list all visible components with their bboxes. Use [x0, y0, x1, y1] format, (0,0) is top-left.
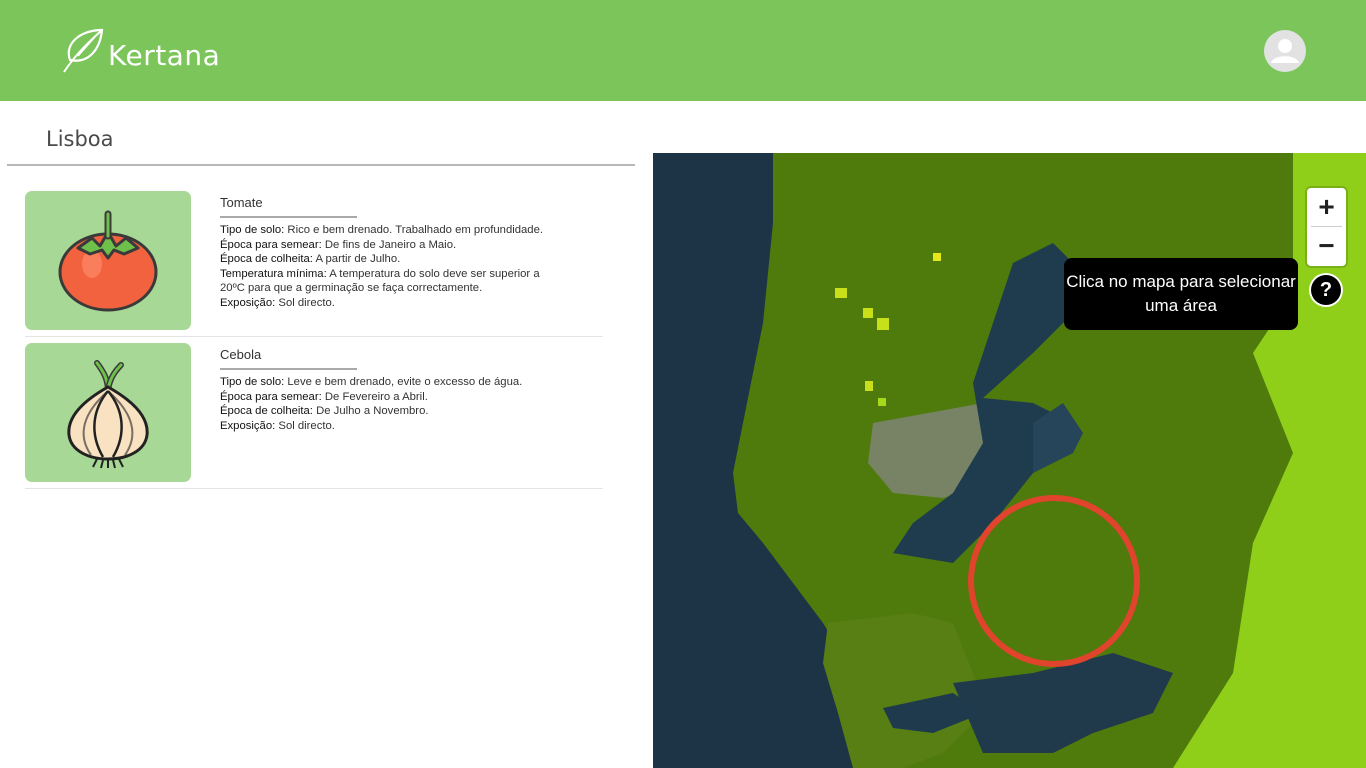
crop-name: Cebola	[220, 347, 262, 362]
onion-icon	[67, 359, 149, 468]
crop-name: Tomate	[220, 195, 263, 210]
title-divider	[7, 164, 635, 166]
tomato-icon	[58, 210, 158, 311]
help-button[interactable]: ?	[1309, 273, 1343, 307]
user-avatar[interactable]	[1264, 30, 1306, 72]
crop-name-underline	[220, 216, 357, 218]
page-title: Lisboa	[46, 127, 114, 151]
info-row-soil: Tipo de solo: Rico e bem drenado. Trabal…	[220, 224, 544, 236]
crop-image-tomate	[25, 191, 191, 330]
info-row-harvest: Época de colheita: A partir de Julho.	[220, 253, 401, 266]
info-row-exposure: Exposição: Sol directo.	[220, 296, 335, 309]
user-icon	[1271, 39, 1299, 63]
info-row-harvest: Época de colheita: De Julho a Novembro.	[220, 405, 429, 418]
crop-image-cebola	[25, 343, 191, 482]
crop-info: Tipo de solo: Rico e bem drenado. Trabal…	[220, 223, 565, 311]
brand-logo[interactable]: Kertana	[58, 26, 220, 74]
crop-name-underline	[220, 368, 357, 370]
zoom-in-button[interactable]: +	[1307, 188, 1346, 226]
info-row-min-temp: Temperatura mínima: A temperatura do sol…	[220, 267, 540, 295]
satellite-map[interactable]	[653, 153, 1366, 768]
info-row-soil: Tipo de solo: Leve e bem drenado, evite …	[220, 376, 523, 388]
crop-info: Tipo de solo: Leve e bem drenado, evite …	[220, 375, 565, 433]
brand-name: Kertana	[108, 38, 221, 72]
info-row-exposure: Exposição: Sol directo.	[220, 419, 335, 432]
info-row-sowing: Época para semear: De Fevereiro a Abril.	[220, 390, 428, 403]
crop-card-cebola[interactable]: Cebola Tipo de solo: Leve e bem drenado,…	[25, 343, 603, 489]
crop-card-tomate[interactable]: Tomate Tipo de solo: Rico e bem drenado.…	[25, 191, 603, 337]
map-view[interactable]	[653, 153, 1366, 768]
app-header: Kertana	[0, 0, 1366, 101]
zoom-control: + −	[1307, 188, 1346, 266]
info-row-sowing: Época para semear: De fins de Janeiro a …	[220, 238, 457, 251]
leaf-icon	[63, 28, 104, 73]
help-icon: ?	[1311, 275, 1341, 305]
zoom-out-button[interactable]: −	[1307, 227, 1346, 265]
map-hint-tooltip: Clica no mapa para selecionar uma área	[1064, 258, 1298, 330]
